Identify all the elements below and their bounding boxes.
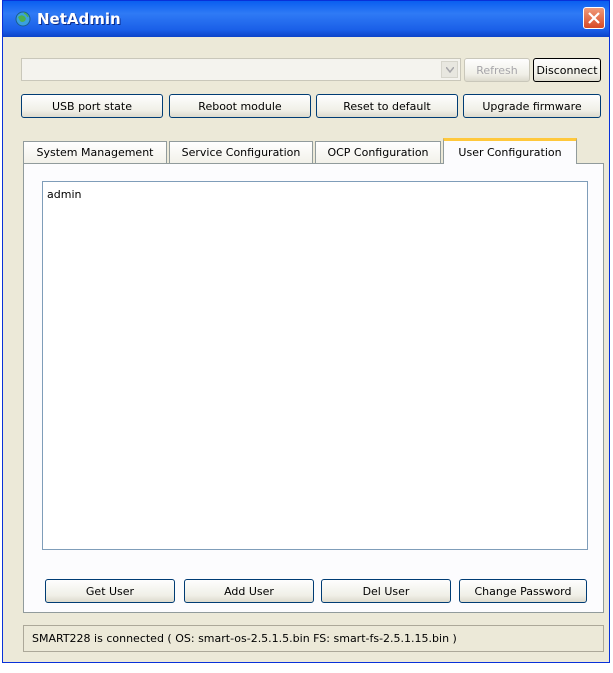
combo-dropdown-button[interactable] — [441, 61, 458, 78]
reset-to-default-button[interactable]: Reset to default — [316, 94, 458, 118]
window-title: NetAdmin — [37, 10, 121, 28]
add-user-button[interactable]: Add User — [184, 579, 314, 603]
usb-port-state-button[interactable]: USB port state — [21, 94, 163, 118]
close-button[interactable] — [583, 7, 605, 29]
change-password-button[interactable]: Change Password — [459, 579, 587, 603]
refresh-button[interactable]: Refresh — [464, 58, 530, 82]
get-user-button[interactable]: Get User — [45, 579, 175, 603]
tab-ocp-configuration[interactable]: OCP Configuration — [315, 141, 441, 163]
globe-icon — [15, 11, 31, 27]
upgrade-firmware-button[interactable]: Upgrade firmware — [463, 94, 601, 118]
tab-service-configuration[interactable]: Service Configuration — [169, 141, 313, 163]
list-item[interactable]: admin — [47, 188, 81, 201]
reboot-module-button[interactable]: Reboot module — [169, 94, 311, 118]
tab-system-management[interactable]: System Management — [23, 141, 167, 163]
status-bar: SMART228 is connected ( OS: smart-os-2.5… — [23, 625, 604, 652]
del-user-button[interactable]: Del User — [321, 579, 451, 603]
close-icon — [588, 12, 600, 24]
connection-status-text: SMART228 is connected ( OS: smart-os-2.5… — [32, 632, 457, 645]
chevron-down-icon — [446, 67, 454, 73]
netadmin-window: NetAdmin Refresh Disconnect USB port sta… — [2, 0, 610, 663]
device-combo[interactable] — [21, 58, 461, 81]
disconnect-button[interactable]: Disconnect — [533, 58, 601, 82]
user-list[interactable]: admin — [42, 181, 588, 550]
title-bar[interactable]: NetAdmin — [3, 1, 609, 37]
user-configuration-panel: admin Get User Add User Del User Change … — [23, 163, 604, 613]
tab-user-configuration[interactable]: User Configuration — [443, 138, 577, 164]
